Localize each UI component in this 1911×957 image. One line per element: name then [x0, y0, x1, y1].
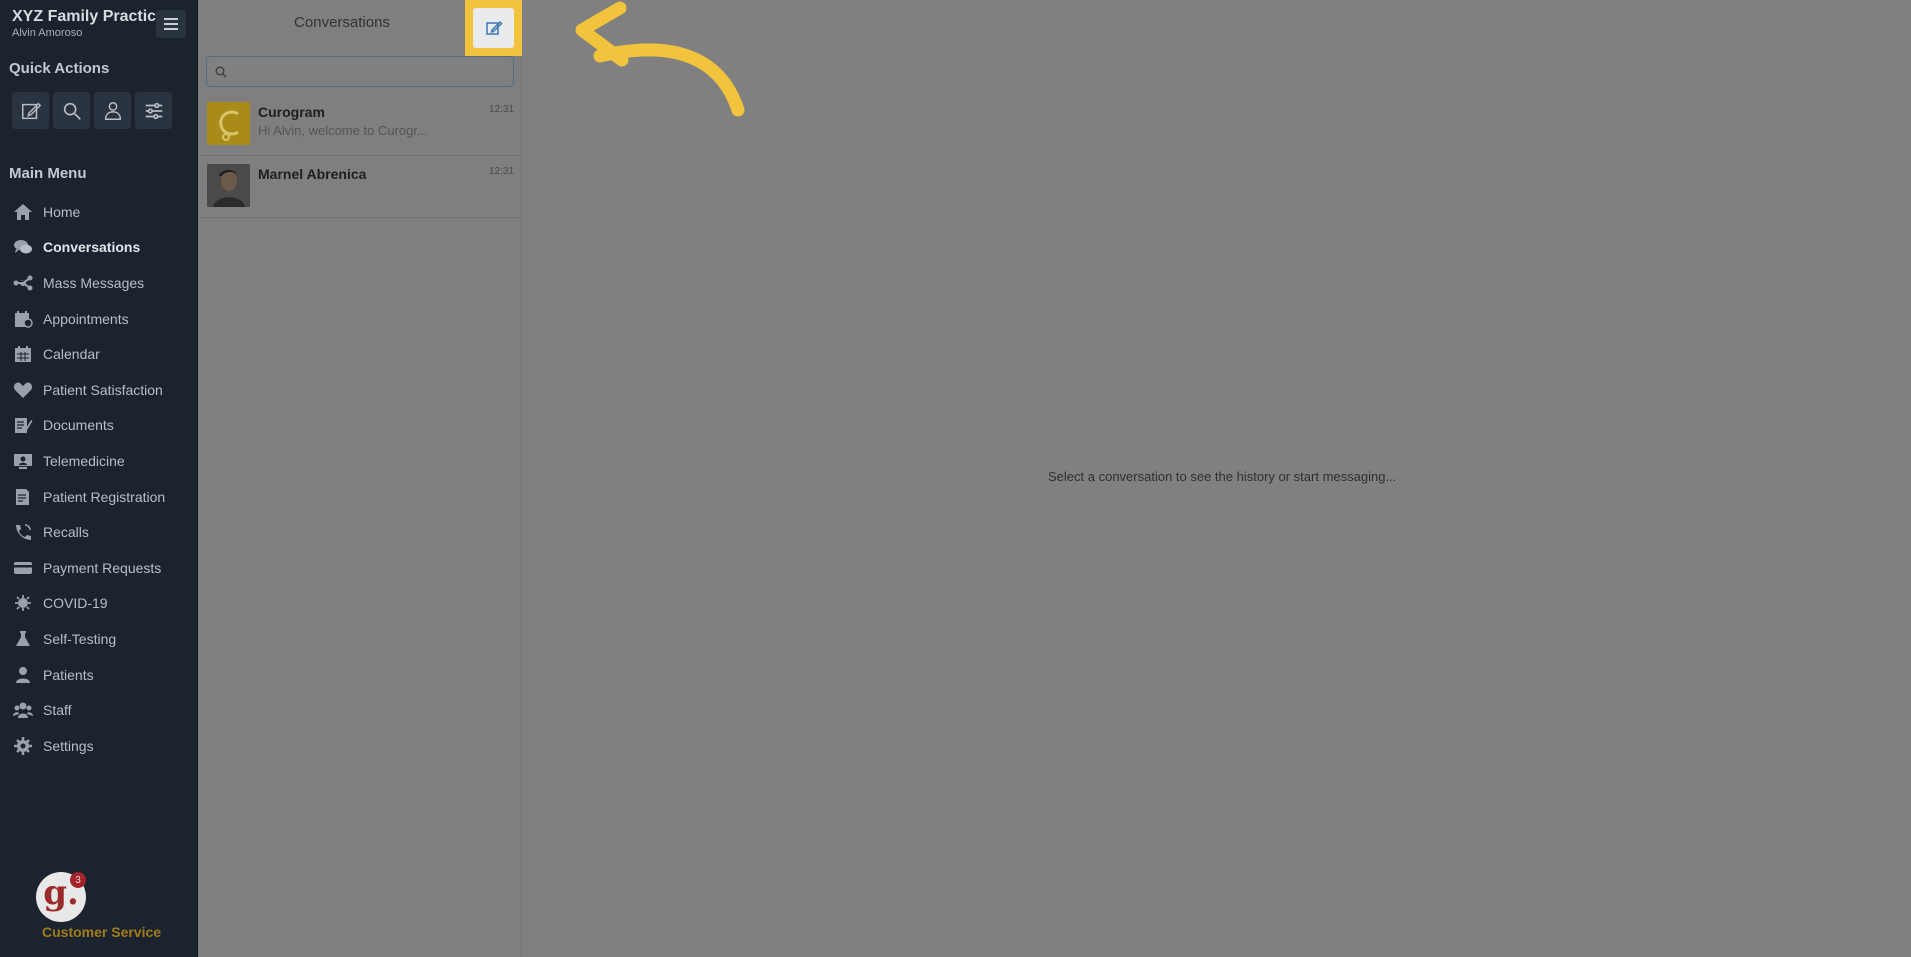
- quick-actions: [12, 92, 172, 129]
- appointments-icon: [15, 310, 33, 328]
- credit-card-icon: [14, 561, 32, 574]
- sidebar: XYZ Family Practice Alvin Amoroso Quick …: [0, 0, 198, 957]
- hamburger-menu-icon[interactable]: [156, 10, 186, 38]
- quick-actions-title: Quick Actions: [9, 60, 110, 77]
- conversations-panel: Conversations Curogram Hi Alvin, welcome…: [198, 0, 522, 957]
- documents-icon: [15, 418, 33, 434]
- chat-icon: [14, 240, 32, 254]
- sidebar-item-label: Self-Testing: [43, 630, 117, 647]
- compose-highlight: [465, 0, 522, 56]
- sidebar-item-patient-registration[interactable]: Patient Registration: [0, 479, 198, 515]
- users-icon: [13, 702, 33, 719]
- search-input[interactable]: [233, 64, 513, 79]
- sidebar-item-appointments[interactable]: Appointments: [0, 301, 198, 337]
- phone-icon: [16, 524, 31, 541]
- sidebar-item-label: Recalls: [43, 524, 89, 541]
- sidebar-item-label: Appointments: [43, 310, 129, 327]
- conversation-time: 12:31: [488, 166, 514, 177]
- conversation-item-curogram[interactable]: Curogram Hi Alvin, welcome to Curogr... …: [198, 94, 522, 156]
- sidebar-item-home[interactable]: Home: [0, 194, 198, 230]
- telemedicine-icon: [14, 453, 32, 469]
- conversation-name: Marnel Abrenica: [258, 166, 367, 182]
- sidebar-item-label: Patient Registration: [43, 488, 166, 505]
- sidebar-item-label: Patients: [43, 666, 94, 683]
- sidebar-item-label: Mass Messages: [43, 274, 145, 291]
- conversation-name: Curogram: [258, 104, 325, 120]
- main-menu: Home Conversations Mass Messages Appoint…: [0, 194, 198, 764]
- notification-badge: 3: [70, 872, 86, 888]
- sidebar-item-label: COVID-19: [43, 595, 108, 612]
- sidebar-item-self-testing[interactable]: Self-Testing: [0, 621, 198, 657]
- new-conversation-button[interactable]: [473, 8, 514, 48]
- sidebar-item-label: Patient Satisfaction: [43, 381, 163, 398]
- sidebar-item-payment-requests[interactable]: Payment Requests: [0, 550, 198, 586]
- sidebar-item-label: Payment Requests: [43, 559, 162, 576]
- broadcast-icon: [13, 275, 33, 291]
- flask-icon: [16, 630, 30, 646]
- home-icon: [14, 203, 32, 220]
- sidebar-item-patients[interactable]: Patients: [0, 657, 198, 693]
- search-icon[interactable]: [53, 92, 90, 129]
- gear-icon: [14, 736, 32, 755]
- user-avatar: [207, 164, 250, 207]
- user-name: Alvin Amoroso: [12, 27, 83, 39]
- sidebar-item-label: Staff: [43, 702, 72, 719]
- sidebar-item-label: Home: [43, 203, 81, 220]
- sidebar-item-mass-messages[interactable]: Mass Messages: [0, 265, 198, 301]
- sidebar-item-label: Calendar: [43, 346, 100, 363]
- virus-icon: [15, 595, 31, 612]
- user-icon: [16, 666, 30, 683]
- heart-icon: [13, 382, 33, 398]
- empty-state-message: Select a conversation to see the history…: [1048, 469, 1397, 484]
- sidebar-item-settings[interactable]: Settings: [0, 728, 198, 764]
- practice-name: XYZ Family Practice: [12, 8, 165, 25]
- sidebar-item-covid-19[interactable]: COVID-19: [0, 586, 198, 622]
- main-menu-title: Main Menu: [9, 165, 87, 182]
- customer-service-label[interactable]: Customer Service: [42, 924, 161, 940]
- annotation-arrow-icon: [575, 1, 745, 117]
- sidebar-item-conversations[interactable]: Conversations: [0, 230, 198, 266]
- registration-icon: [16, 488, 29, 505]
- calendar-icon: [15, 346, 31, 363]
- sidebar-item-recalls[interactable]: Recalls: [0, 514, 198, 550]
- curogram-avatar: [207, 102, 250, 145]
- sidebar-item-staff[interactable]: Staff: [0, 692, 198, 728]
- search-icon: [215, 66, 227, 77]
- sidebar-item-label: Telemedicine: [43, 452, 125, 469]
- sidebar-item-label: Settings: [43, 737, 94, 754]
- sidebar-item-label: Conversations: [43, 239, 141, 256]
- user-location-icon[interactable]: [94, 92, 131, 129]
- sidebar-item-telemedicine[interactable]: Telemedicine: [0, 443, 198, 479]
- conversation-item-marnel-abrenica[interactable]: Marnel Abrenica 12:31: [198, 156, 522, 218]
- conversation-preview: Hi Alvin, welcome to Curogr...: [258, 123, 428, 138]
- compose-icon: [485, 20, 503, 35]
- sidebar-item-documents[interactable]: Documents: [0, 408, 198, 444]
- conversation-time: 12:31: [488, 104, 514, 115]
- sliders-icon[interactable]: [135, 92, 172, 129]
- sidebar-item-calendar[interactable]: Calendar: [0, 336, 198, 372]
- sidebar-item-patient-satisfaction[interactable]: Patient Satisfaction: [0, 372, 198, 408]
- search-box: [206, 56, 514, 87]
- compose-icon[interactable]: [12, 92, 49, 129]
- sidebar-item-label: Documents: [43, 417, 114, 434]
